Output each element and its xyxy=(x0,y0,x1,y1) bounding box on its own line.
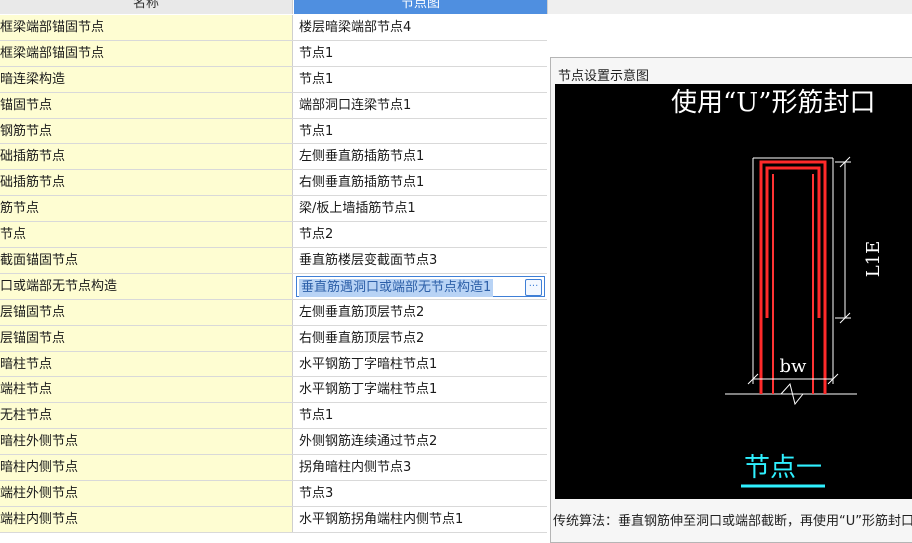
row-diagram-cell[interactable]: 水平钢筋丁字暗柱节点1 xyxy=(294,351,547,377)
row-diagram-cell[interactable]: 垂直筋楼层变截面节点3 xyxy=(294,248,547,273)
row-diagram-cell[interactable]: 水平钢筋丁字端柱节点1 xyxy=(294,377,547,403)
node-diagram-canvas: 使用“U”形筋封口 L1E bw 节点一 xyxy=(555,84,912,499)
node-diagram: 使用“U”形筋封口 L1E bw 节点一 xyxy=(671,88,884,488)
row-diagram-cell[interactable]: 节点1 xyxy=(294,118,547,144)
drawing-title: 使用“U”形筋封口 xyxy=(671,88,876,118)
row-name-cell[interactable]: 暗柱内侧节点 xyxy=(0,455,293,481)
table-row[interactable]: 端柱内侧节点 水平钢筋拐角端柱内侧节点1 xyxy=(0,506,547,533)
table-row[interactable]: 端柱外侧节点 节点3 xyxy=(0,481,547,507)
row-diagram-cell[interactable]: 左侧垂直筋插筋节点1 xyxy=(294,144,547,170)
row-name-cell[interactable]: 口或端部无节点构造 xyxy=(0,273,293,299)
row-diagram-cell[interactable]: 外侧钢筋连续通过节点2 xyxy=(294,429,547,455)
table-row[interactable]: 框梁端部锚固节点 节点1 xyxy=(0,40,547,67)
table-row[interactable]: 础插筋节点 左侧垂直筋插筋节点1 xyxy=(0,144,547,171)
algorithm-description: 传统算法：垂直钢筋伸至洞口或端部截断，再使用“U”形筋封口 xyxy=(553,514,912,529)
ellipsis-button-icon[interactable]: ··· xyxy=(525,278,542,296)
row-name-cell[interactable]: 础插筋节点 xyxy=(0,170,293,196)
row-diagram-cell[interactable]: 梁/板上墙插筋节点1 xyxy=(294,196,547,222)
table-row[interactable]: 层锚固节点 右侧垂直筋顶层节点2 xyxy=(0,325,547,352)
table-body: 框梁端部锚固节点 楼层暗梁端部节点4 框梁端部锚固节点 节点1 暗连梁构造 节点1 锚固节点… xyxy=(0,15,547,533)
row-diagram-cell[interactable]: 右侧垂直筋顶层节点2 xyxy=(294,325,547,351)
cell-editor-text[interactable]: 垂直筋遇洞口或端部无节点构造1 xyxy=(299,278,494,297)
row-diagram-cell[interactable]: 楼层暗梁端部节点4 xyxy=(294,15,547,40)
row-diagram-cell[interactable]: 节点1 xyxy=(294,66,547,92)
dim-l1e-label: L1E xyxy=(863,241,884,278)
row-name-cell[interactable]: 端柱外侧节点 xyxy=(0,481,293,506)
row-name-cell[interactable]: 端柱内侧节点 xyxy=(0,506,293,532)
preview-title: 节点设置示意图 xyxy=(558,69,650,84)
table-row[interactable]: 暗柱节点 水平钢筋丁字暗柱节点1 xyxy=(0,351,547,378)
row-name-cell[interactable]: 框梁端部锚固节点 xyxy=(0,40,293,66)
row-name-cell[interactable]: 节点 xyxy=(0,222,293,248)
row-diagram-cell[interactable]: 垂直筋遇洞口或端部无节点构造1 ··· xyxy=(294,273,547,299)
right-toolbar-area xyxy=(547,0,912,14)
row-diagram-cell[interactable]: 水平钢筋拐角端柱内侧节点1 xyxy=(294,506,547,532)
row-diagram-cell[interactable]: 拐角暗柱内侧节点3 xyxy=(294,455,547,481)
table-row[interactable]: 层锚固节点 左侧垂直筋顶层节点2 xyxy=(0,299,547,326)
row-diagram-cell[interactable]: 右侧垂直筋插筋节点1 xyxy=(294,170,547,196)
row-name-cell[interactable]: 端柱节点 xyxy=(0,377,293,403)
dim-l1e xyxy=(835,156,851,324)
table-row[interactable]: 截面锚固节点 垂直筋楼层变截面节点3 xyxy=(0,248,547,274)
column-header-diagram[interactable]: 节点图 xyxy=(294,0,547,14)
row-name-cell[interactable]: 截面锚固节点 xyxy=(0,248,293,273)
row-name-cell[interactable]: 层锚固节点 xyxy=(0,299,293,325)
row-name-cell[interactable]: 钢筋节点 xyxy=(0,118,293,144)
row-name-cell[interactable]: 筋节点 xyxy=(0,196,293,222)
row-name-cell[interactable]: 层锚固节点 xyxy=(0,325,293,351)
row-diagram-cell[interactable]: 节点1 xyxy=(294,403,547,429)
table-row[interactable]: 暗柱外侧节点 外侧钢筋连续通过节点2 xyxy=(0,429,547,456)
node-settings-window: 名称 节点图 框梁端部锚固节点 楼层暗梁端部节点4 框梁端部锚固节点 节点1 暗连梁构造… xyxy=(0,0,912,543)
node-preview-panel: 节点设置示意图 使用“U”形筋封口 L1E bw 节点一 传统算法：垂直钢筋伸至… xyxy=(550,57,912,543)
row-diagram-cell[interactable]: 节点2 xyxy=(294,222,547,248)
row-name-cell[interactable]: 础插筋节点 xyxy=(0,144,293,170)
dim-bw-label: bw xyxy=(780,356,808,377)
row-name-cell[interactable]: 暗柱节点 xyxy=(0,351,293,377)
column-header-name[interactable]: 名称 xyxy=(0,0,293,14)
row-name-cell[interactable]: 框梁端部锚固节点 xyxy=(0,15,293,40)
row-diagram-cell[interactable]: 节点3 xyxy=(294,481,547,506)
node-settings-table: 名称 节点图 框梁端部锚固节点 楼层暗梁端部节点4 框梁端部锚固节点 节点1 暗连梁构造… xyxy=(0,0,547,543)
row-name-cell[interactable]: 暗连梁构造 xyxy=(0,66,293,92)
cell-editor[interactable]: 垂直筋遇洞口或端部无节点构造1 ··· xyxy=(296,275,545,297)
table-row[interactable]: 钢筋节点 节点1 xyxy=(0,118,547,145)
row-name-cell[interactable]: 锚固节点 xyxy=(0,92,293,118)
table-row[interactable]: 锚固节点 端部洞口连梁节点1 xyxy=(0,92,547,119)
table-row[interactable]: 无柱节点 节点1 xyxy=(0,403,547,430)
row-name-cell[interactable]: 无柱节点 xyxy=(0,403,293,429)
row-diagram-cell[interactable]: 端部洞口连梁节点1 xyxy=(294,92,547,118)
table-row[interactable]: 础插筋节点 右侧垂直筋插筋节点1 xyxy=(0,170,547,197)
row-name-cell[interactable]: 暗柱外侧节点 xyxy=(0,429,293,455)
node-label: 节点一 xyxy=(744,453,822,483)
row-diagram-cell[interactable]: 节点1 xyxy=(294,40,547,66)
table-row[interactable]: 筋节点 梁/板上墙插筋节点1 xyxy=(0,196,547,223)
table-row[interactable]: 暗柱内侧节点 拐角暗柱内侧节点3 xyxy=(0,455,547,482)
table-row[interactable]: 端柱节点 水平钢筋丁字端柱节点1 xyxy=(0,377,547,404)
table-row[interactable]: 口或端部无节点构造 垂直筋遇洞口或端部无节点构造1 ··· xyxy=(0,273,547,300)
table-header: 名称 节点图 xyxy=(0,0,547,14)
table-row[interactable]: 节点 节点2 xyxy=(0,222,547,249)
table-row[interactable]: 框梁端部锚固节点 楼层暗梁端部节点4 xyxy=(0,15,547,41)
row-diagram-cell[interactable]: 左侧垂直筋顶层节点2 xyxy=(294,299,547,325)
table-row[interactable]: 暗连梁构造 节点1 xyxy=(0,66,547,93)
